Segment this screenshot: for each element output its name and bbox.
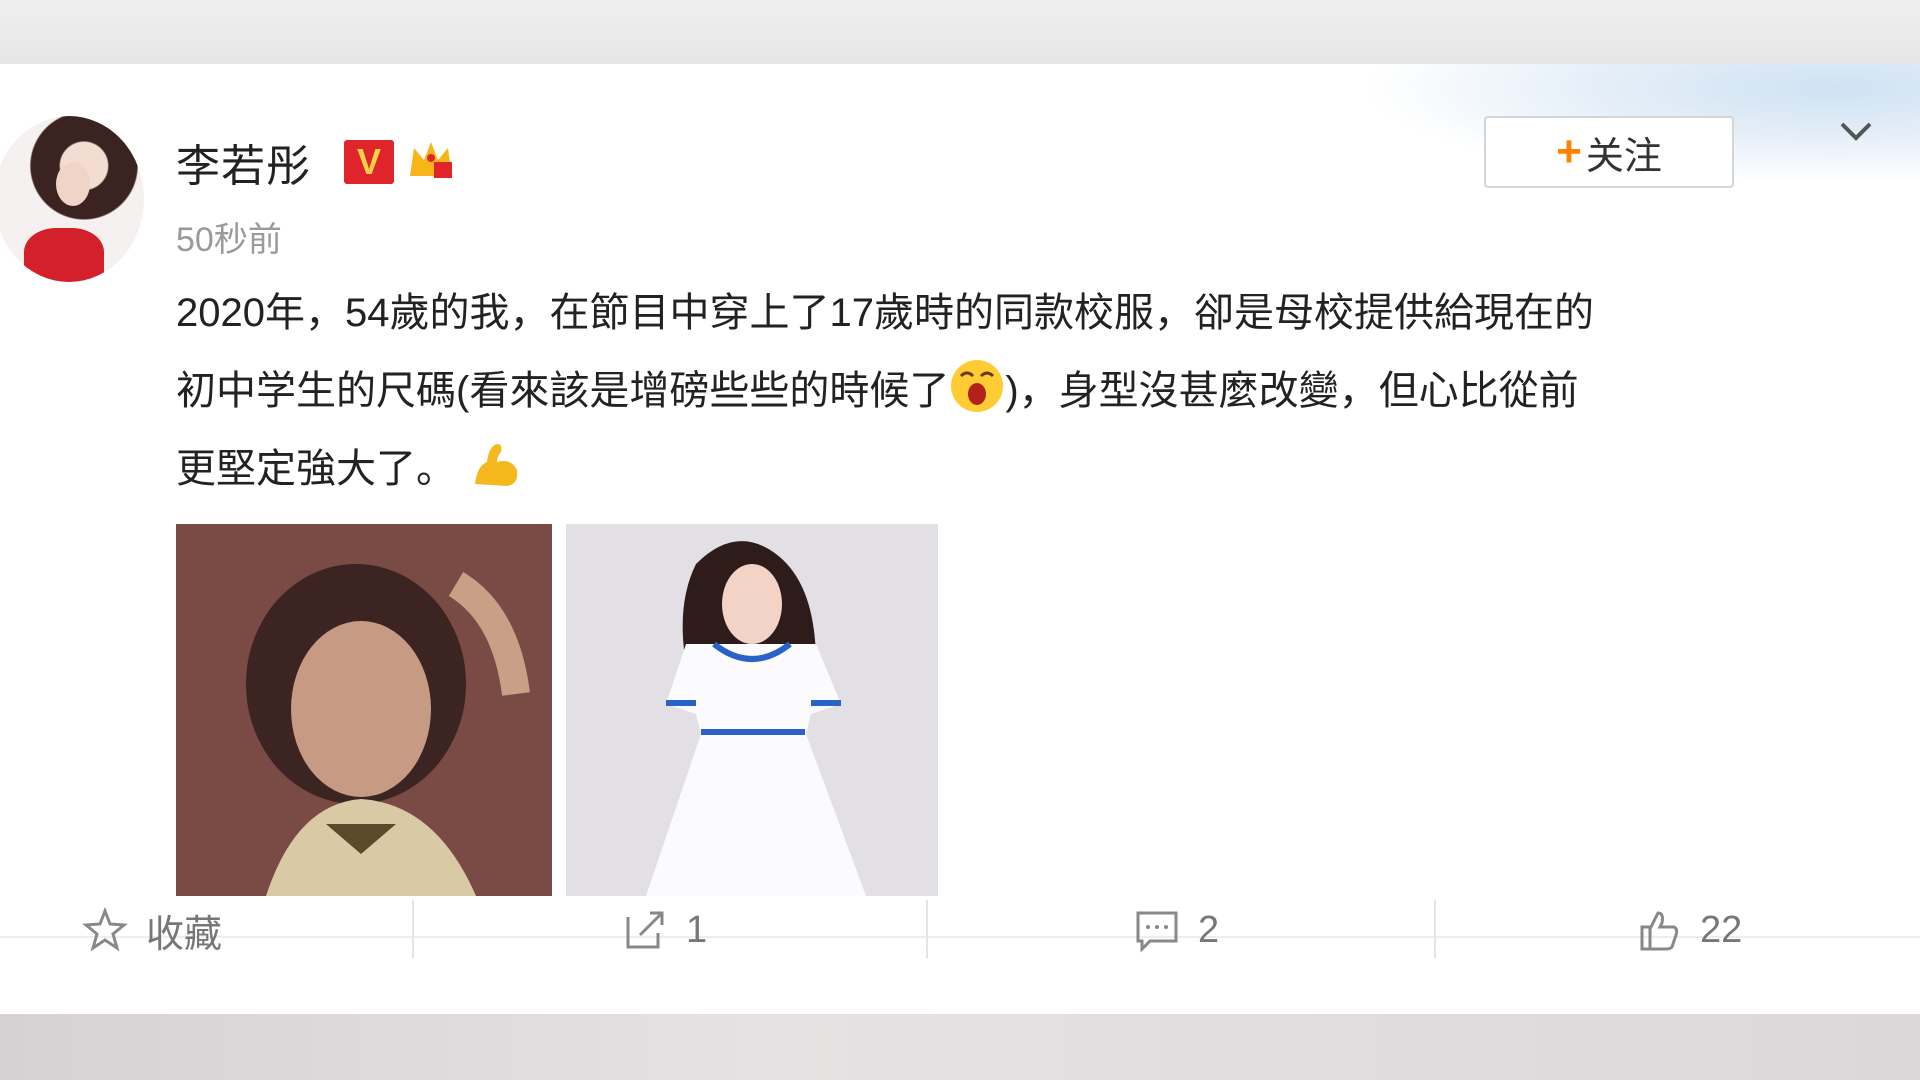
favorite-label: 收藏 — [146, 913, 223, 956]
action-separator — [1434, 900, 1436, 958]
post-text-line: 2020年，54歲的我，在節目中穿上了17歲時的同款校服，卻是母校提供給現在的 — [176, 291, 1594, 335]
repost-icon — [626, 911, 664, 949]
comment-icon — [1136, 911, 1178, 953]
action-separator — [926, 900, 928, 958]
post-photo-school-uniform[interactable] — [566, 524, 938, 896]
star-icon — [82, 907, 128, 952]
plus-icon: + — [1556, 127, 1582, 176]
bottom-band — [0, 1014, 1920, 1080]
follow-button[interactable]: + 关注 — [1484, 116, 1734, 188]
like-button[interactable]: 22 — [1636, 902, 1742, 958]
action-separator — [412, 900, 414, 958]
follow-label: 关注 — [1585, 135, 1662, 178]
favorite-button[interactable]: 收藏 — [82, 902, 222, 958]
post-text: 2020年，54歲的我，在節目中穿上了17歲時的同款校服，卻是母校提供給現在的 … — [176, 274, 1886, 508]
top-band — [0, 0, 1920, 64]
post-text-segment: 更堅定強大了。 — [176, 447, 456, 491]
post-text-segment: )，身型沒甚麼改變，但心比從前 — [1005, 369, 1579, 413]
post-text-segment: 初中学生的尺碼(看來該是增磅些些的時候了 — [176, 369, 950, 413]
post-text-line: 初中学生的尺碼(看來該是增磅些些的時候了 )，身型沒甚麼改變，但心比從前 — [176, 352, 1886, 430]
repost-button[interactable]: 1 — [622, 902, 707, 958]
username[interactable]: 李若彤 — [176, 130, 311, 194]
avatar-face — [56, 162, 90, 206]
comment-button[interactable]: 2 — [1134, 902, 1219, 958]
old-portrait-drawing — [176, 524, 552, 896]
post-timestamp: 50秒前 — [176, 221, 282, 259]
verified-badge-icon: V — [344, 140, 394, 184]
action-bar-divider — [0, 936, 1920, 938]
thumbs-up-icon — [1640, 911, 1679, 951]
uniform-photo-drawing — [566, 524, 938, 896]
repost-count: 1 — [686, 908, 708, 951]
member-crown-icon — [410, 142, 452, 178]
comment-count: 2 — [1198, 908, 1220, 951]
post-photo-old-portrait[interactable] — [176, 524, 552, 896]
avatar[interactable] — [0, 116, 144, 282]
weibo-post-card: 李若彤 V 50秒前 + 关注 2020年，54歲的我，在節目中穿上了17歲時的… — [0, 64, 1920, 1014]
avatar-dress — [24, 228, 104, 282]
like-count: 22 — [1700, 908, 1743, 951]
flexed-bicep-emoji-icon — [475, 444, 518, 486]
chevron-down-icon[interactable] — [1836, 112, 1876, 152]
post-text-line: 更堅定強大了。 — [176, 430, 1886, 508]
crying-face-emoji-icon — [951, 360, 1004, 412]
